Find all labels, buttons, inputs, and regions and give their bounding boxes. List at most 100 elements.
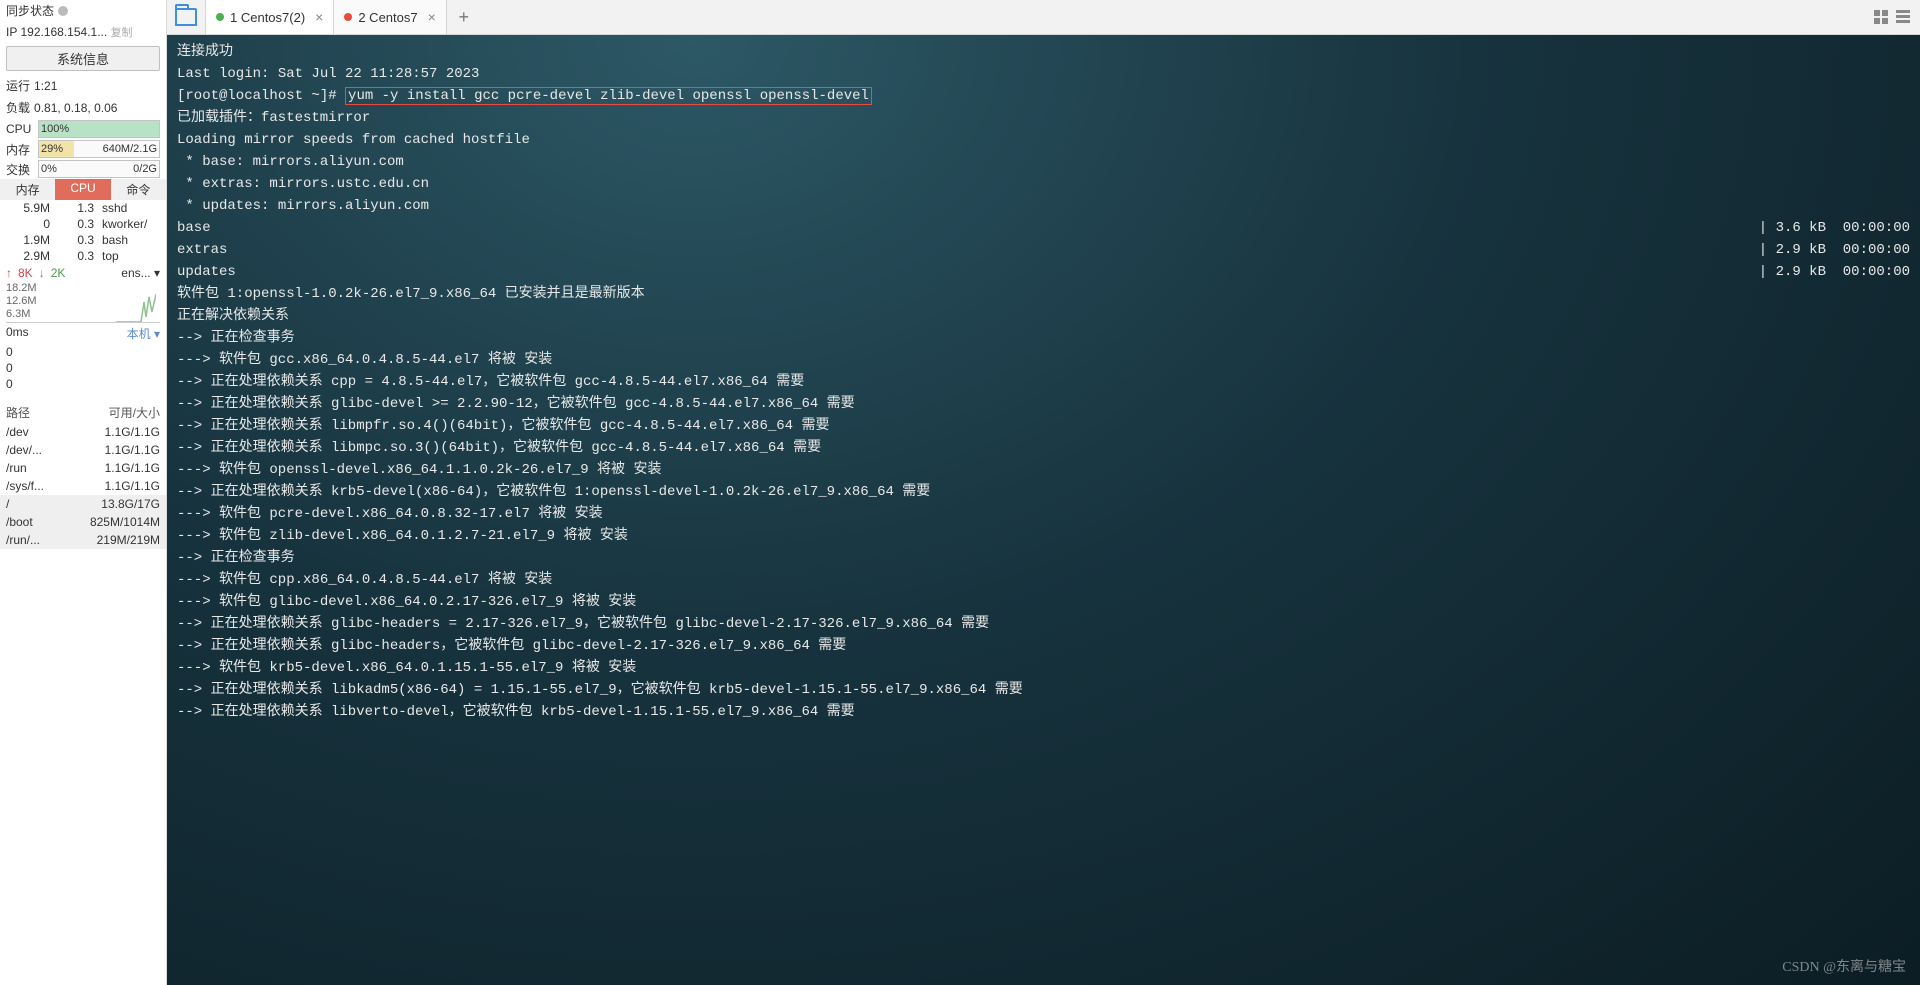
- terminal-line: --> 正在处理依赖关系 cpp = 4.8.5-44.el7，它被软件包 gc…: [177, 371, 1910, 393]
- disk-size: 1.1G/1.1G: [80, 423, 160, 441]
- grid-view-icon[interactable]: [1874, 10, 1888, 24]
- file-manager-button[interactable]: [167, 0, 206, 34]
- disk-row[interactable]: /run1.1G/1.1G: [0, 459, 166, 477]
- graph-tick: 18.2M: [6, 282, 37, 294]
- terminal-line: --> 正在处理依赖关系 glibc-headers，它被软件包 glibc-d…: [177, 635, 1910, 657]
- load-value: 0.81, 0.18, 0.06: [34, 99, 117, 117]
- disk-path: /sys/f...: [6, 477, 80, 495]
- sync-status-label: 同步状态: [6, 2, 54, 20]
- terminal-line: ---> 软件包 openssl-devel.x86_64.1.1.0.2k-2…: [177, 459, 1910, 481]
- mem-text: 640M/2.1G: [103, 141, 157, 157]
- close-tab-button[interactable]: ×: [428, 9, 436, 25]
- disk-row[interactable]: /sys/f...1.1G/1.1G: [0, 477, 166, 495]
- proc-mem: 0: [0, 216, 54, 232]
- load-label: 负载: [6, 99, 30, 117]
- disk-row[interactable]: /boot825M/1014M: [0, 513, 166, 531]
- status-dot-icon: [216, 13, 224, 21]
- disk-path: /run: [6, 459, 80, 477]
- proc-cpu: 1.3: [54, 200, 98, 216]
- watermark: CSDN @东离与糖宝: [1782, 957, 1906, 979]
- terminal-line: --> 正在处理依赖关系 libmpfr.so.4()(64bit)，它被软件包…: [177, 415, 1910, 437]
- mem-label: 内存: [6, 141, 34, 158]
- new-tab-button[interactable]: +: [447, 0, 481, 34]
- proc-cmd: top: [98, 248, 166, 264]
- process-row[interactable]: 2.9M0.3top: [0, 248, 166, 264]
- terminal-line: --> 正在检查事务: [177, 547, 1910, 569]
- disk-row[interactable]: /dev/...1.1G/1.1G: [0, 441, 166, 459]
- disk-row[interactable]: /dev1.1G/1.1G: [0, 423, 166, 441]
- disk-size: 825M/1014M: [80, 513, 160, 531]
- terminal-line: updates| 2.9 kB 00:00:00: [177, 261, 1910, 283]
- terminal-line: 正在解决依赖关系: [177, 305, 1910, 327]
- terminal-line: extras| 2.9 kB 00:00:00: [177, 239, 1910, 261]
- process-row[interactable]: 1.9M0.3bash: [0, 232, 166, 248]
- uptime-label: 运行: [6, 77, 30, 95]
- net-zero: 0: [6, 344, 160, 360]
- proc-cpu: 0.3: [54, 216, 98, 232]
- net-up: 8K: [18, 266, 33, 280]
- net-interface[interactable]: ens... ▾: [71, 266, 160, 280]
- proc-cmd: sshd: [98, 200, 166, 216]
- system-info-button[interactable]: 系统信息: [6, 46, 160, 71]
- process-table-header: 内存 CPU 命令: [0, 179, 166, 200]
- terminal-line: * updates: mirrors.aliyun.com: [177, 195, 1910, 217]
- disk-size: 13.8G/17G: [80, 495, 160, 513]
- disk-path: /dev/...: [6, 441, 80, 459]
- tab[interactable]: 2 Centos7×: [334, 0, 446, 34]
- terminal-line: * base: mirrors.aliyun.com: [177, 151, 1910, 173]
- terminal-line: --> 正在处理依赖关系 libverto-devel，它被软件包 krb5-d…: [177, 701, 1910, 723]
- terminal-line: Loading mirror speeds from cached hostfi…: [177, 129, 1910, 151]
- disk-col-size[interactable]: 可用/大小: [80, 404, 160, 421]
- disk-col-path[interactable]: 路径: [6, 404, 80, 421]
- disk-path: /dev: [6, 423, 80, 441]
- proc-mem: 2.9M: [0, 248, 54, 264]
- disk-row[interactable]: /13.8G/17G: [0, 495, 166, 513]
- net-down: 2K: [51, 266, 66, 280]
- net-stats: ↑8K ↓2K ens... ▾: [0, 264, 166, 282]
- terminal-prompt-line: [root@localhost ~]# yum -y install gcc p…: [177, 85, 1910, 107]
- disk-path: /: [6, 495, 80, 513]
- disk-path: /boot: [6, 513, 80, 531]
- process-row[interactable]: 5.9M1.3sshd: [0, 200, 166, 216]
- proc-cmd: bash: [98, 232, 166, 248]
- col-mem[interactable]: 内存: [0, 179, 55, 200]
- net-zero: 0: [6, 376, 160, 392]
- terminal-line: * extras: mirrors.ustc.edu.cn: [177, 173, 1910, 195]
- terminal-line: ---> 软件包 glibc-devel.x86_64.0.2.17-326.e…: [177, 591, 1910, 613]
- col-cpu[interactable]: CPU: [55, 179, 110, 200]
- terminal-line: --> 正在处理依赖关系 libkadm5(x86-64) = 1.15.1-5…: [177, 679, 1910, 701]
- list-view-icon[interactable]: [1896, 10, 1910, 24]
- terminal-line: 已加载插件：fastestmirror: [177, 107, 1910, 129]
- disk-path: /run/...: [6, 531, 80, 549]
- terminal-line: ---> 软件包 zlib-devel.x86_64.0.1.2.7-21.el…: [177, 525, 1910, 547]
- cpu-bar: 100%: [38, 120, 160, 138]
- copy-ip-button[interactable]: 复制: [111, 27, 133, 39]
- proc-mem: 5.9M: [0, 200, 54, 216]
- terminal-line: --> 正在处理依赖关系 glibc-headers = 2.17-326.el…: [177, 613, 1910, 635]
- terminal[interactable]: 连接成功 Last login: Sat Jul 22 11:28:57 202…: [167, 35, 1920, 985]
- terminal-line: --> 正在处理依赖关系 libmpc.so.3()(64bit)，它被软件包 …: [177, 437, 1910, 459]
- disk-row[interactable]: /run/...219M/219M: [0, 531, 166, 549]
- tab[interactable]: 1 Centos7(2) ×: [206, 0, 334, 34]
- terminal-line: Last login: Sat Jul 22 11:28:57 2023: [177, 63, 1910, 85]
- tab-bar: 1 Centos7(2)×2 Centos7× +: [167, 0, 1920, 35]
- terminal-line: ---> 软件包 krb5-devel.x86_64.0.1.15.1-55.e…: [177, 657, 1910, 679]
- graph-tick: 12.6M: [6, 295, 37, 307]
- disk-size: 1.1G/1.1G: [80, 477, 160, 495]
- process-row[interactable]: 00.3kworker/: [0, 216, 166, 232]
- proc-mem: 1.9M: [0, 232, 54, 248]
- terminal-line: ---> 软件包 gcc.x86_64.0.4.8.5-44.el7 将被 安装: [177, 349, 1910, 371]
- terminal-line: --> 正在处理依赖关系 krb5-devel(x86-64)，它被软件包 1:…: [177, 481, 1910, 503]
- terminal-line: --> 正在检查事务: [177, 327, 1910, 349]
- col-cmd[interactable]: 命令: [111, 179, 166, 200]
- disk-table-header: 路径可用/大小: [0, 402, 166, 423]
- proc-cmd: kworker/: [98, 216, 166, 232]
- terminal-line: ---> 软件包 cpp.x86_64.0.4.8.5-44.el7 将被 安装: [177, 569, 1910, 591]
- host-selector[interactable]: 本机 ▾: [127, 325, 160, 342]
- close-tab-button[interactable]: ×: [315, 9, 323, 25]
- swap-text: 0/2G: [133, 161, 157, 177]
- tab-label: 1 Centos7(2): [230, 10, 305, 25]
- terminal-line: base| 3.6 kB 00:00:00: [177, 217, 1910, 239]
- terminal-line: 软件包 1:openssl-1.0.2k-26.el7_9.x86_64 已安装…: [177, 283, 1910, 305]
- highlighted-command: yum -y install gcc pcre-devel zlib-devel…: [345, 87, 872, 105]
